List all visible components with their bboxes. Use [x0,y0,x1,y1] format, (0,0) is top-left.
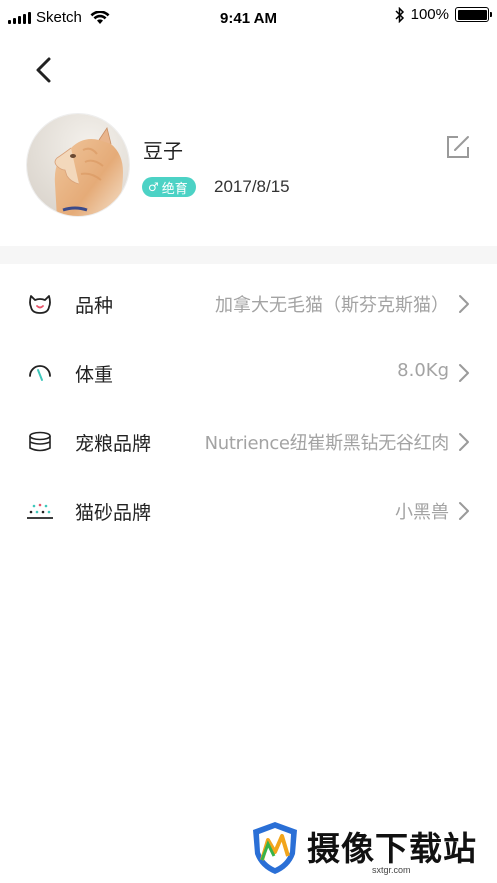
litter-brand-row[interactable]: 猫砂品牌 小黑兽 [0,476,497,545]
food-can-icon [29,431,51,452]
neutered-badge: ♂ 绝育 [142,177,196,197]
breed-label: 品种 [75,295,114,317]
bluetooth-icon [395,6,404,23]
status-bar: Sketch 9:41 AM 100% [0,0,497,36]
food-brand-label: 宠粮品牌 [75,433,152,455]
pet-info-list: 品种 加拿大无毛猫（斯芬克斯猫） 体重 8.0Kg 宠粮品牌 Nutrience… [0,269,497,545]
chevron-right-icon [459,433,469,451]
litter-brand-value: 小黑兽 [395,502,449,523]
watermark: 摄像下载站 sxtgr.com [250,816,490,880]
back-button[interactable] [30,54,58,86]
food-brand-value: Nutrience纽崔斯黑钻无谷红肉 [204,433,450,454]
chevron-right-icon [459,364,469,382]
cat-face-icon [29,295,51,314]
chevron-right-icon [459,502,469,520]
watermark-title: 摄像下载站 [307,829,477,868]
battery-percent: 100% [410,6,449,23]
birthday-date: 2017/8/15 [214,177,290,196]
watermark-url: sxtgr.com [372,865,411,875]
edit-icon[interactable] [444,133,472,161]
litter-icon [27,503,53,519]
status-right: 100% [395,6,492,23]
weight-value: 8.0Kg [397,360,449,381]
breed-row[interactable]: 品种 加拿大无毛猫（斯芬克斯猫） [0,269,497,338]
watermark-logo-icon [253,822,297,874]
chevron-right-icon [459,295,469,313]
weight-row[interactable]: 体重 8.0Kg [0,338,497,407]
pet-avatar[interactable] [26,113,130,217]
male-icon: ♂ [148,180,159,194]
badge-label: 绝育 [161,181,188,197]
litter-brand-label: 猫砂品牌 [75,502,152,524]
weight-gauge-icon [29,365,51,381]
breed-value: 加拿大无毛猫（斯芬克斯猫） [215,295,449,316]
section-divider [0,246,497,264]
food-brand-row[interactable]: 宠粮品牌 Nutrience纽崔斯黑钻无谷红肉 [0,407,497,476]
cat-photo [27,114,129,216]
weight-label: 体重 [75,364,114,386]
battery-icon [455,7,492,22]
pet-name: 豆子 [143,139,183,163]
